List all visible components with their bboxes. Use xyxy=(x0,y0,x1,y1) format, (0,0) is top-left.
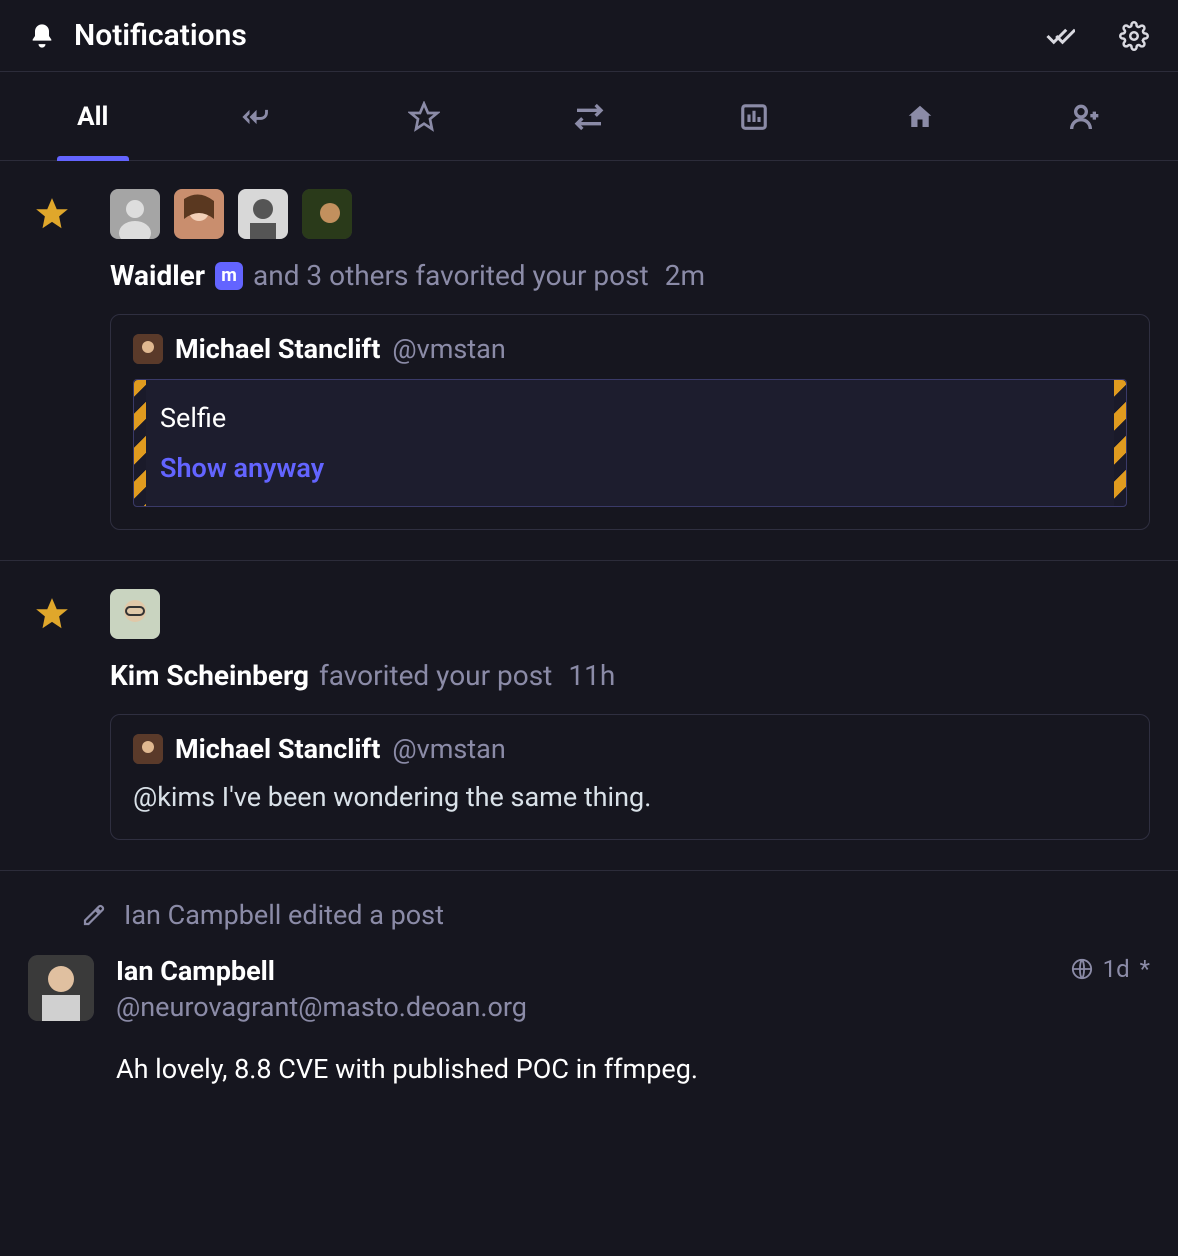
notification-favorite[interactable]: Kim Scheinberg favorited your post 11h M… xyxy=(0,561,1178,871)
mastodon-badge-icon: m xyxy=(215,262,243,290)
actor-name[interactable]: Kim Scheinberg xyxy=(110,659,309,692)
star-filled-icon xyxy=(33,595,71,840)
notif-content: Kim Scheinberg favorited your post 11h M… xyxy=(110,589,1150,840)
notif-type-indicator xyxy=(22,189,82,530)
avatar[interactable] xyxy=(174,189,224,239)
tab-mentions[interactable] xyxy=(175,72,340,160)
notification-favorite[interactable]: Waidler m and 3 others favorited your po… xyxy=(0,161,1178,561)
avatar[interactable] xyxy=(133,734,163,764)
referenced-post[interactable]: Michael Stanclift @vmstan Selfie Show an… xyxy=(110,314,1150,530)
post-author: Michael Stanclift @vmstan xyxy=(133,333,1127,365)
timestamp: 11h xyxy=(568,659,615,692)
content-warning: Selfie Show anyway xyxy=(133,379,1127,507)
poll-icon xyxy=(739,102,769,132)
post-text: @kims I've been wondering the same thing… xyxy=(133,779,1127,817)
boost-icon xyxy=(573,101,605,133)
tab-all-label: All xyxy=(77,102,108,132)
post-author-name[interactable]: Ian Campbell xyxy=(116,955,527,987)
show-anyway-button[interactable]: Show anyway xyxy=(160,452,1100,484)
tab-all[interactable]: All xyxy=(10,72,175,160)
cw-stripe-icon xyxy=(134,380,146,506)
tab-home[interactable] xyxy=(837,72,1002,160)
referenced-post[interactable]: Michael Stanclift @vmstan @kims I've bee… xyxy=(110,714,1150,840)
summary-text: favorited your post xyxy=(319,659,552,692)
post-author-name[interactable]: Michael Stanclift xyxy=(175,733,380,765)
notif-content: Waidler m and 3 others favorited your po… xyxy=(110,189,1150,530)
post-author-name[interactable]: Michael Stanclift xyxy=(175,333,380,365)
timestamp: 2m xyxy=(665,259,705,292)
avatar[interactable] xyxy=(110,589,160,639)
post-meta: 1d * xyxy=(1071,955,1150,983)
edit-summary-text: Ian Campbell edited a post xyxy=(124,899,444,931)
tab-favorites[interactable] xyxy=(341,72,506,160)
edited-indicator: * xyxy=(1140,955,1150,983)
mark-read-button[interactable] xyxy=(1044,20,1076,52)
globe-icon xyxy=(1071,958,1093,980)
actor-name[interactable]: Waidler xyxy=(110,259,205,292)
notif-type-indicator xyxy=(22,589,82,840)
notification-edit[interactable]: Ian Campbell edited a post Ian Campbell … xyxy=(0,871,1178,1099)
star-filled-icon xyxy=(33,195,71,530)
post-author: Ian Campbell @neurovagrant@masto.deoan.o… xyxy=(116,955,1150,1023)
bell-icon xyxy=(28,22,56,50)
tab-follows[interactable] xyxy=(1003,72,1168,160)
header: Notifications xyxy=(0,0,1178,72)
page-title-text: Notifications xyxy=(74,18,247,53)
post-author-handle[interactable]: @neurovagrant@masto.deoan.org xyxy=(116,991,527,1023)
reply-icon xyxy=(241,100,275,134)
post-author-handle[interactable]: @vmstan xyxy=(392,333,505,365)
header-actions xyxy=(1044,20,1150,52)
edit-summary: Ian Campbell edited a post xyxy=(28,899,1150,931)
avatar[interactable] xyxy=(238,189,288,239)
page-title: Notifications xyxy=(28,18,1044,53)
notif-summary: Kim Scheinberg favorited your post 11h xyxy=(110,659,1150,692)
notif-summary: Waidler m and 3 others favorited your po… xyxy=(110,259,1150,292)
tab-polls[interactable] xyxy=(672,72,837,160)
summary-text: and 3 others favorited your post xyxy=(253,259,649,292)
post-author-handle[interactable]: @vmstan xyxy=(392,733,505,765)
timestamp: 1d xyxy=(1103,955,1130,983)
star-icon xyxy=(408,101,440,133)
post-text: Ah lovely, 8.8 CVE with published POC in… xyxy=(116,1053,1150,1085)
pencil-icon xyxy=(82,903,106,927)
cw-stripe-icon xyxy=(1114,380,1126,506)
avatar[interactable] xyxy=(110,189,160,239)
filter-tabs: All xyxy=(0,72,1178,161)
person-add-icon xyxy=(1069,101,1101,133)
settings-button[interactable] xyxy=(1118,20,1150,52)
actor-avatars xyxy=(110,189,1150,239)
avatar[interactable] xyxy=(28,955,94,1021)
home-icon xyxy=(905,102,935,132)
avatar[interactable] xyxy=(302,189,352,239)
edited-post: Ian Campbell @neurovagrant@masto.deoan.o… xyxy=(28,955,1150,1085)
avatar[interactable] xyxy=(133,334,163,364)
tab-boosts[interactable] xyxy=(506,72,671,160)
post-author: Michael Stanclift @vmstan xyxy=(133,733,1127,765)
cw-label: Selfie xyxy=(160,402,1100,434)
actor-avatars xyxy=(110,589,1150,639)
